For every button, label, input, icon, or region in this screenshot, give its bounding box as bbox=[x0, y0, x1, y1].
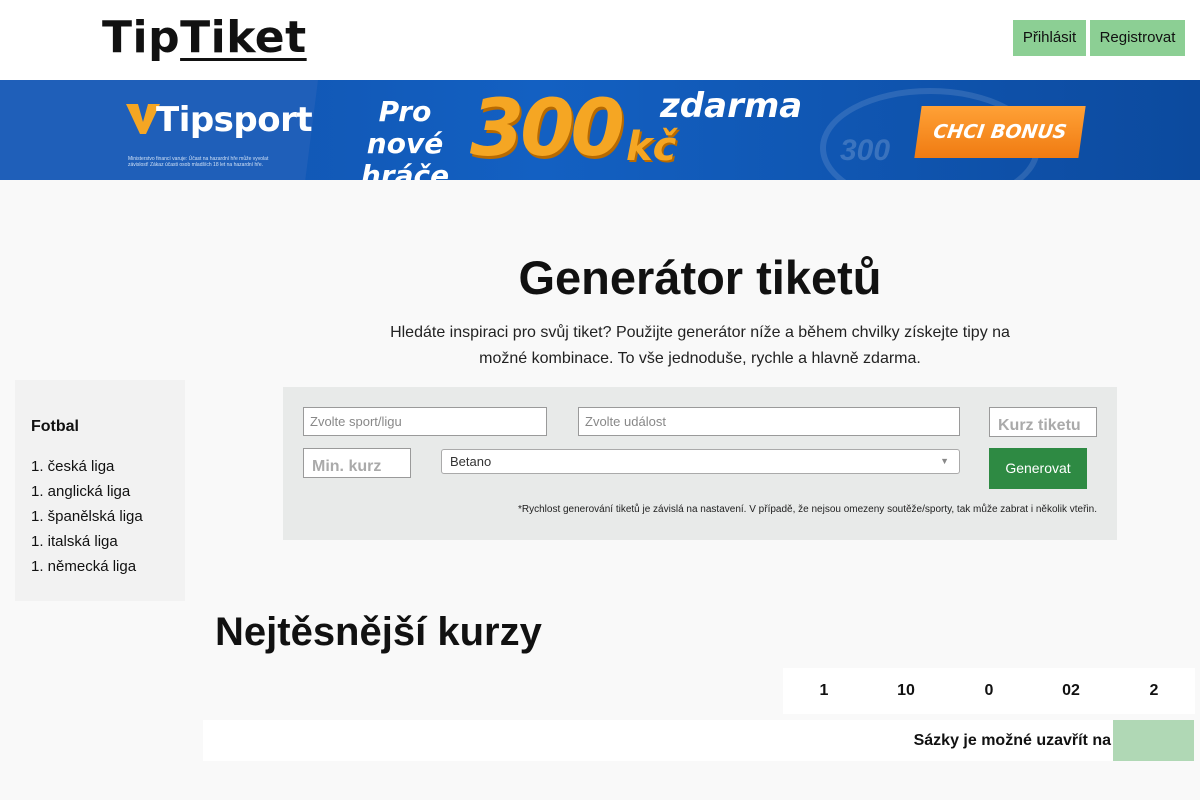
odds-header-cell: 10 bbox=[897, 682, 915, 699]
banner-free-text: zdarma bbox=[660, 86, 803, 126]
odds-header-cell: 02 bbox=[1062, 682, 1080, 699]
banner-promo-line1: Pro nové bbox=[366, 95, 444, 160]
odds-row-label: Sázky je možné uzavřít na bbox=[913, 732, 1111, 749]
sidebar-item-czech-league[interactable]: 1. česká liga bbox=[31, 454, 169, 479]
banner-gambling-warning: Ministerstvo financí varuje: Účast na ha… bbox=[128, 156, 269, 168]
logo-part-tip: Tip bbox=[102, 12, 181, 63]
login-button[interactable]: Přihlásit bbox=[1013, 20, 1086, 56]
min-odds-input[interactable]: Min. kurz bbox=[303, 448, 411, 478]
sport-league-input[interactable]: Zvolte sport/ligu bbox=[303, 407, 547, 436]
page-subtitle: Hledáte inspiraci pro svůj tiket? Použij… bbox=[390, 324, 1010, 367]
odds-section-title: Nejtěsnější kurzy bbox=[215, 610, 542, 654]
banner-brand-name: Tipsport bbox=[156, 100, 313, 140]
banner-promo-line2: hráče bbox=[360, 159, 450, 181]
generator-form: Zvolte sport/ligu Zvolte událost Kurz ti… bbox=[283, 387, 1117, 540]
promo-banner[interactable]: Tipsport Ministerstvo financí varuje: Úč… bbox=[0, 80, 1200, 180]
register-button[interactable]: Registrovat bbox=[1090, 20, 1185, 56]
site-logo[interactable]: TipTiket bbox=[102, 12, 307, 63]
tipsport-logo-icon bbox=[126, 104, 160, 134]
sidebar-item-english-league[interactable]: 1. anglická liga bbox=[31, 479, 169, 504]
banner-bonus-amount: 300 bbox=[470, 84, 625, 174]
logo-part-tiket: Tiket bbox=[180, 12, 307, 63]
page-title: Generátor tiketů bbox=[518, 251, 882, 304]
sidebar-item-italian-league[interactable]: 1. italská liga bbox=[31, 529, 169, 554]
odds-table-row: Sázky je možné uzavřít na bbox=[203, 720, 1113, 761]
banner-cta-button[interactable]: CHCI BONUS bbox=[914, 106, 1086, 158]
league-list: 1. česká liga 1. anglická liga 1. španěl… bbox=[31, 454, 169, 579]
league-sidebar: Fotbal 1. česká liga 1. anglická liga 1.… bbox=[15, 380, 185, 601]
odds-header-cell: 2 bbox=[1149, 682, 1159, 699]
generator-note: *Rychlost generování tiketů je závislá n… bbox=[517, 504, 1097, 515]
bookmaker-select[interactable]: Betano ▼ bbox=[441, 449, 960, 474]
banner-coin-text: 300 bbox=[840, 134, 891, 167]
event-input[interactable]: Zvolte událost bbox=[578, 407, 960, 436]
top-bar: TipTiket Přihlásit Registrovat bbox=[0, 0, 1200, 80]
sidebar-item-german-league[interactable]: 1. německá liga bbox=[31, 554, 169, 579]
sidebar-title: Fotbal bbox=[31, 418, 79, 435]
generate-button[interactable]: Generovat bbox=[989, 448, 1087, 489]
odds-header-cell: 1 bbox=[819, 682, 829, 699]
bookmaker-selected-value: Betano bbox=[450, 454, 492, 469]
banner-bonus-currency: kč bbox=[626, 124, 677, 170]
bookmaker-odds-cell[interactable] bbox=[1113, 720, 1194, 761]
banner-promo-text: Pro nové hráče bbox=[340, 95, 470, 181]
ticket-odds-input[interactable]: Kurz tiketu bbox=[989, 407, 1097, 437]
odds-table-header: 1 10 0 02 2 bbox=[783, 668, 1195, 714]
odds-header-cell: 0 bbox=[984, 682, 994, 699]
chevron-down-icon: ▼ bbox=[940, 456, 949, 466]
sidebar-item-spanish-league[interactable]: 1. španělská liga bbox=[31, 504, 169, 529]
